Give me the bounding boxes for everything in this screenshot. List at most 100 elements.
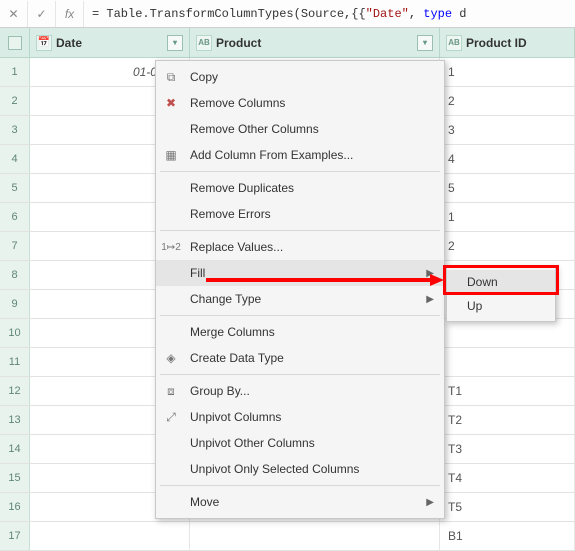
menu-separator — [160, 315, 440, 316]
blank-icon — [162, 460, 180, 478]
menu-remove-other-columns[interactable]: Remove Other Columns — [156, 116, 444, 142]
cell-product-id[interactable]: 2 — [440, 87, 575, 115]
submenu-label: Down — [467, 275, 498, 289]
table-icon — [8, 36, 22, 50]
text-type-icon: AB — [196, 35, 212, 51]
row-number[interactable]: 13 — [0, 406, 30, 434]
row-number[interactable]: 3 — [0, 116, 30, 144]
submenu-arrow-icon: ▶ — [426, 294, 434, 305]
blank-icon — [162, 264, 180, 282]
menu-remove-columns[interactable]: ✖ Remove Columns — [156, 90, 444, 116]
cell-product-id[interactable]: T2 — [440, 406, 575, 434]
text-type-icon: AB — [446, 35, 462, 51]
blank-icon — [162, 434, 180, 452]
menu-unpivot-columns[interactable]: ⤢ Unpivot Columns — [156, 404, 444, 430]
cell-product-id[interactable]: 1 — [440, 58, 575, 86]
column-label: Product — [216, 36, 261, 50]
blank-icon — [162, 205, 180, 223]
cell-product-id[interactable]: 5 — [440, 174, 575, 202]
cell-date[interactable] — [30, 522, 190, 550]
submenu-fill-up[interactable]: Up — [447, 294, 555, 318]
blank-icon — [162, 493, 180, 511]
menu-separator — [160, 374, 440, 375]
menu-unpivot-other-columns[interactable]: Unpivot Other Columns — [156, 430, 444, 456]
cancel-formula-icon[interactable]: ✕ — [0, 1, 28, 27]
formula-prefix: = Table.TransformColumnTypes(Source,{{ — [92, 7, 366, 21]
select-all-corner[interactable] — [0, 28, 30, 57]
cell-product-id[interactable] — [440, 319, 575, 347]
menu-replace-values[interactable]: 1↦2 Replace Values... — [156, 234, 444, 260]
submenu-arrow-icon: ▶ — [426, 268, 434, 279]
column-header-product-id[interactable]: AB Product ID — [440, 28, 575, 57]
row-number[interactable]: 9 — [0, 290, 30, 318]
cell-product-id[interactable]: 2 — [440, 232, 575, 260]
row-number[interactable]: 15 — [0, 464, 30, 492]
menu-remove-duplicates[interactable]: Remove Duplicates — [156, 175, 444, 201]
row-number[interactable]: 1 — [0, 58, 30, 86]
row-number[interactable]: 7 — [0, 232, 30, 260]
filter-dropdown-icon[interactable]: ▾ — [417, 35, 433, 51]
accept-formula-icon[interactable]: ✓ — [28, 1, 56, 27]
menu-unpivot-selected-columns[interactable]: Unpivot Only Selected Columns — [156, 456, 444, 482]
row-number[interactable]: 6 — [0, 203, 30, 231]
cell-product-id[interactable]: 3 — [440, 116, 575, 144]
menu-remove-errors[interactable]: Remove Errors — [156, 201, 444, 227]
cell-product-id[interactable]: T3 — [440, 435, 575, 463]
formula-input[interactable]: = Table.TransformColumnTypes(Source,{{"D… — [84, 7, 575, 21]
table-row[interactable]: 17 B1 — [0, 522, 575, 551]
row-number[interactable]: 5 — [0, 174, 30, 202]
menu-add-column-from-examples[interactable]: ▦ Add Column From Examples... — [156, 142, 444, 168]
fx-icon[interactable]: fx — [56, 1, 84, 27]
menu-merge-columns[interactable]: Merge Columns — [156, 319, 444, 345]
formula-type-kw: type — [423, 7, 452, 21]
column-label: Date — [56, 36, 82, 50]
replace-values-icon: 1↦2 — [162, 238, 180, 256]
blank-icon — [162, 290, 180, 308]
filter-dropdown-icon[interactable]: ▾ — [167, 35, 183, 51]
submenu-fill-down[interactable]: Down — [447, 270, 555, 294]
column-header-product[interactable]: AB Product ▾ — [190, 28, 440, 57]
copy-icon: ⧉ — [162, 68, 180, 86]
cell-product-id[interactable]: T5 — [440, 493, 575, 521]
menu-move[interactable]: Move ▶ — [156, 489, 444, 515]
menu-create-data-type[interactable]: ◈ Create Data Type — [156, 345, 444, 371]
cell-product-id[interactable]: 1 — [440, 203, 575, 231]
cell-product[interactable] — [190, 522, 440, 550]
row-number[interactable]: 4 — [0, 145, 30, 173]
cell-product-id[interactable]: T4 — [440, 464, 575, 492]
add-column-icon: ▦ — [162, 146, 180, 164]
submenu-label: Up — [467, 299, 482, 313]
column-header-row: 📅 Date ▾ AB Product ▾ AB Product ID — [0, 28, 575, 58]
menu-separator — [160, 230, 440, 231]
row-number[interactable]: 17 — [0, 522, 30, 550]
menu-group-by[interactable]: ⧈ Group By... — [156, 378, 444, 404]
menu-fill[interactable]: Fill ▶ — [156, 260, 444, 286]
row-number[interactable]: 8 — [0, 261, 30, 289]
column-header-date[interactable]: 📅 Date ▾ — [30, 28, 190, 57]
formula-comma: , — [409, 7, 423, 21]
calendar-icon: 📅 — [36, 35, 52, 51]
row-number[interactable]: 16 — [0, 493, 30, 521]
cell-product-id[interactable]: B1 — [440, 522, 575, 550]
row-number[interactable]: 10 — [0, 319, 30, 347]
menu-separator — [160, 171, 440, 172]
cell-product-id[interactable]: 4 — [440, 145, 575, 173]
data-type-icon: ◈ — [162, 349, 180, 367]
menu-change-type[interactable]: Change Type ▶ — [156, 286, 444, 312]
formula-bar: ✕ ✓ fx = Table.TransformColumnTypes(Sour… — [0, 0, 575, 28]
cell-product-id[interactable]: T1 — [440, 377, 575, 405]
row-number[interactable]: 2 — [0, 87, 30, 115]
formula-string: "Date" — [366, 7, 409, 21]
row-number[interactable]: 12 — [0, 377, 30, 405]
fill-submenu: Down Up — [446, 266, 556, 322]
blank-icon — [162, 323, 180, 341]
unpivot-icon: ⤢ — [162, 408, 180, 426]
formula-trailing: d — [452, 7, 466, 21]
cell-product-id[interactable] — [440, 348, 575, 376]
menu-copy[interactable]: ⧉ Copy — [156, 64, 444, 90]
column-label: Product ID — [466, 36, 527, 50]
row-number[interactable]: 11 — [0, 348, 30, 376]
row-number[interactable]: 14 — [0, 435, 30, 463]
blank-icon — [162, 120, 180, 138]
remove-columns-icon: ✖ — [162, 94, 180, 112]
